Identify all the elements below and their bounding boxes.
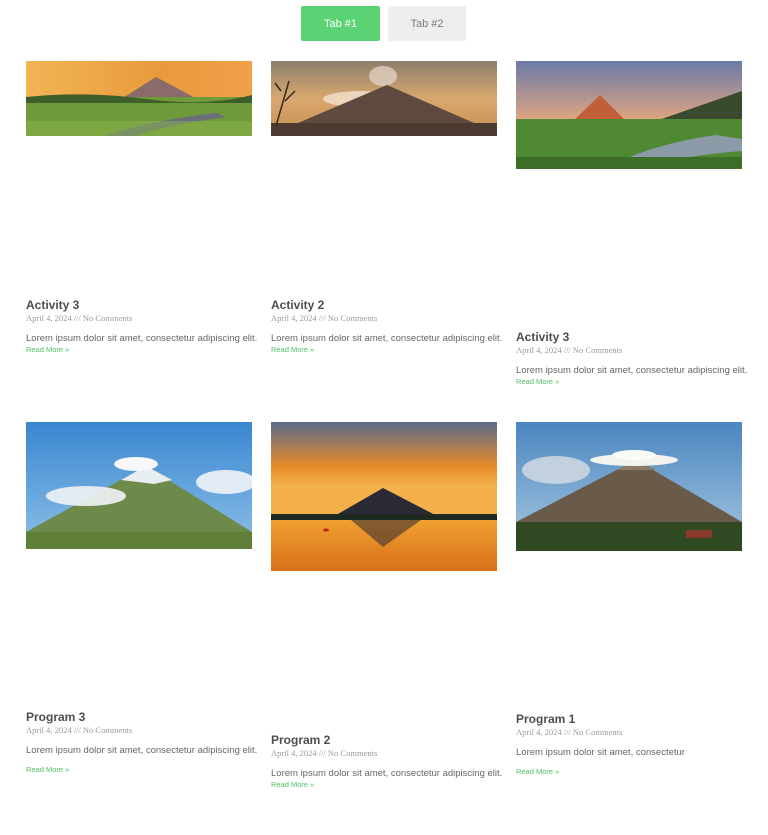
post-thumbnail[interactable] <box>271 422 497 571</box>
read-more-link[interactable]: Read More » <box>516 377 748 387</box>
post-excerpt: Lorem ipsum dolor sit amet, consectetur … <box>271 333 503 344</box>
post-thumbnail[interactable] <box>271 61 497 136</box>
post-title[interactable]: Activity 2 <box>271 298 503 312</box>
meta-separator: /// <box>73 725 81 735</box>
post-title[interactable]: Program 3 <box>26 710 258 724</box>
meta-separator: /// <box>318 313 326 323</box>
post-comments[interactable]: No Comments <box>328 313 377 323</box>
post-date[interactable]: April 4, 2024 <box>516 727 562 737</box>
post-excerpt: Lorem ipsum dolor sit amet, consectetur … <box>516 365 748 376</box>
post-date[interactable]: April 4, 2024 <box>271 748 317 758</box>
post-comments[interactable]: No Comments <box>328 748 377 758</box>
post-meta: April 4, 2024 /// No Comments <box>26 725 258 735</box>
post-date[interactable]: April 4, 2024 <box>26 725 72 735</box>
post-date[interactable]: April 4, 2024 <box>26 313 72 323</box>
meta-separator: /// <box>73 313 81 323</box>
post-meta: April 4, 2024 /// No Comments <box>271 313 503 323</box>
read-more-link[interactable]: Read More » <box>271 345 503 355</box>
read-more-link[interactable]: Read More » <box>271 780 503 790</box>
read-more-link[interactable]: Read More » <box>26 345 258 355</box>
post-excerpt: Lorem ipsum dolor sit amet, consectetur … <box>26 745 258 756</box>
post-thumbnail[interactable] <box>516 61 742 169</box>
meta-separator: /// <box>563 345 571 355</box>
post-title[interactable]: Activity 3 <box>26 298 258 312</box>
post-meta: April 4, 2024 /// No Comments <box>516 345 748 355</box>
post-excerpt: Lorem ipsum dolor sit amet, consectetur … <box>26 333 258 344</box>
post-comments[interactable]: No Comments <box>83 725 132 735</box>
tab-2[interactable]: Tab #2 <box>388 6 466 41</box>
post-excerpt: Lorem ipsum dolor sit amet, consectetur … <box>271 768 503 779</box>
post-meta: April 4, 2024 /// No Comments <box>271 748 503 758</box>
meta-separator: /// <box>318 748 326 758</box>
post-meta: April 4, 2024 /// No Comments <box>516 727 748 737</box>
post-comments[interactable]: No Comments <box>573 345 622 355</box>
post-date[interactable]: April 4, 2024 <box>516 345 562 355</box>
post-title[interactable]: Program 1 <box>516 712 748 726</box>
post-date[interactable]: April 4, 2024 <box>271 313 317 323</box>
post-thumbnail[interactable] <box>516 422 742 551</box>
tab-bar: Tab #1 Tab #2 <box>301 6 466 41</box>
tab-1[interactable]: Tab #1 <box>301 6 380 41</box>
post-comments[interactable]: No Comments <box>573 727 622 737</box>
post-meta: April 4, 2024 /// No Comments <box>26 313 258 323</box>
post-thumbnail[interactable] <box>26 422 252 549</box>
read-more-link[interactable]: Read More » <box>26 765 258 775</box>
read-more-link[interactable]: Read More » <box>516 767 748 777</box>
post-title[interactable]: Program 2 <box>271 733 503 747</box>
meta-separator: /// <box>563 727 571 737</box>
post-thumbnail[interactable] <box>26 61 252 136</box>
post-excerpt: Lorem ipsum dolor sit amet, consectetur <box>516 747 685 758</box>
post-comments[interactable]: No Comments <box>83 313 132 323</box>
post-title[interactable]: Activity 3 <box>516 330 748 344</box>
